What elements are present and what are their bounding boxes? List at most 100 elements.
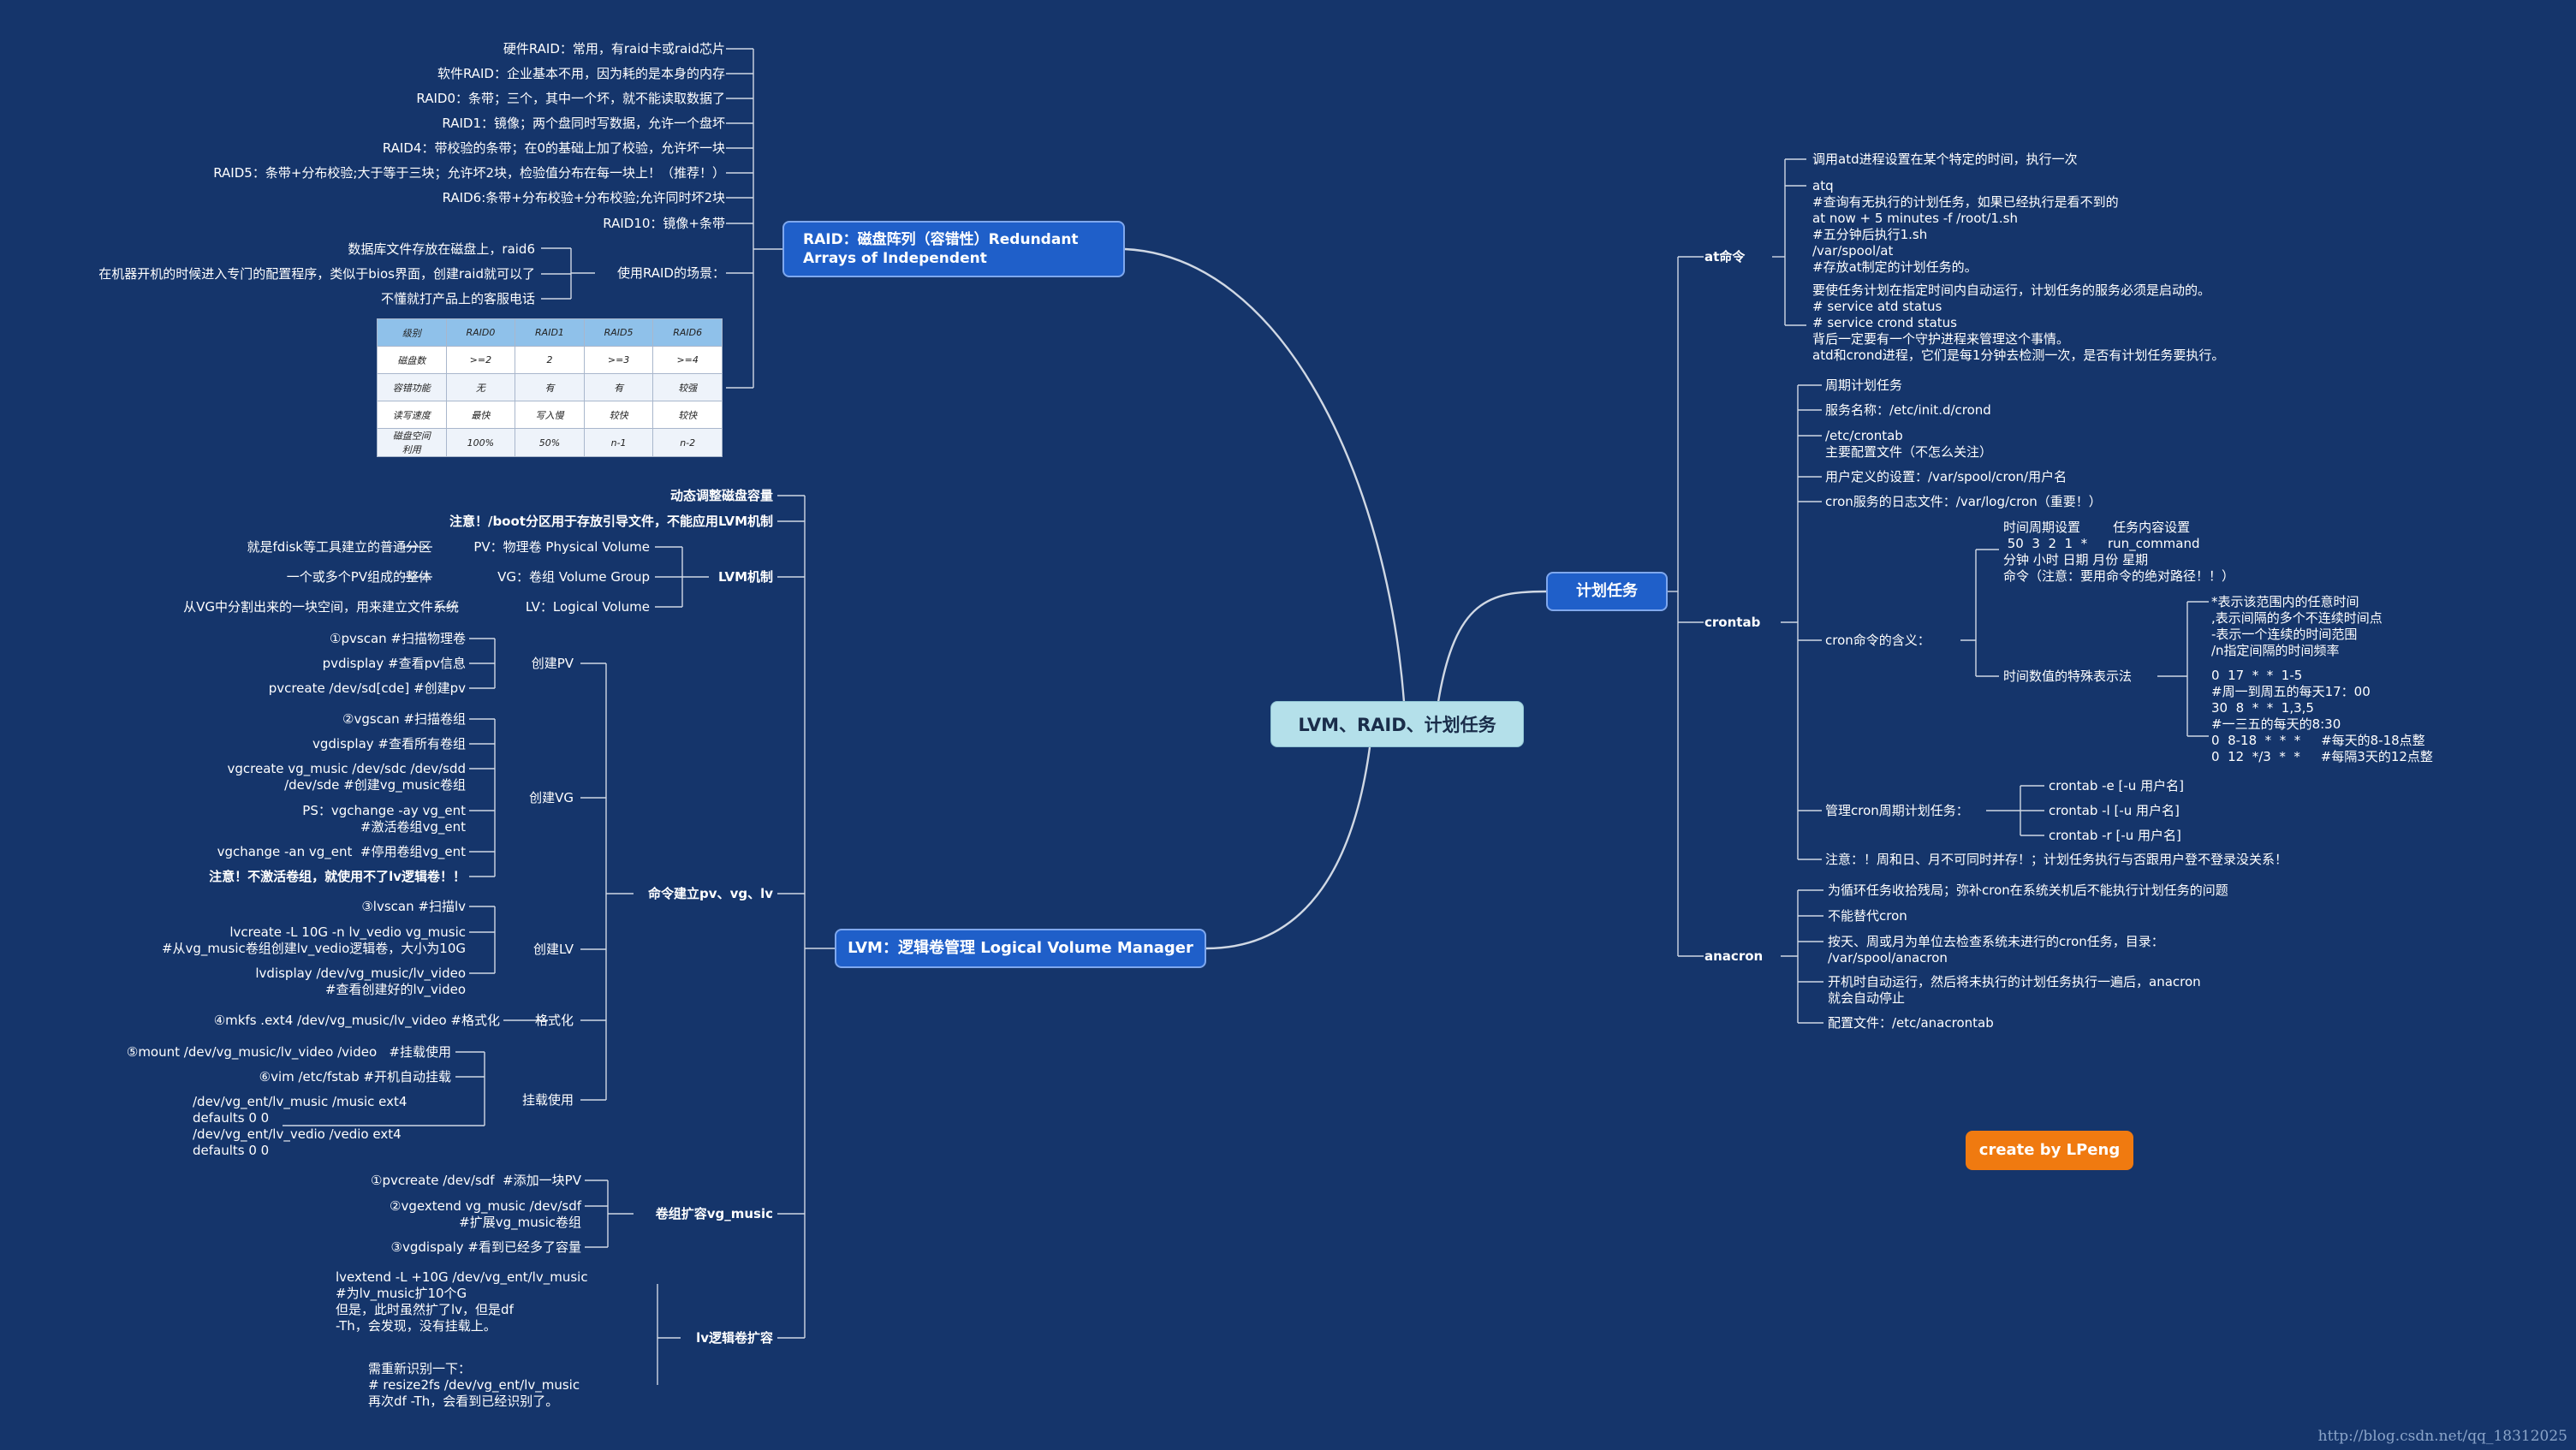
lvm-commands-label[interactable]: 命令建立pv、vg、lv [648, 886, 773, 902]
table-cell: 50% [515, 428, 585, 457]
raid-item[interactable]: RAID10：镜像+条带 [603, 216, 725, 232]
table-cell: >=2 [445, 346, 516, 374]
raid-scene-item[interactable]: 在机器开机的时候进入专门的配置程序，类似于bios界面，创建raid就可以了 [98, 266, 535, 282]
cmd-item[interactable]: lvdisplay /dev/vg_music/lv_video #查看创建好的… [255, 966, 466, 998]
watermark: http://blog.csdn.net/qq_18312025 [2317, 1428, 2567, 1445]
cmd-item[interactable]: ③lvscan #扫描lv [361, 899, 466, 915]
crontab-label[interactable]: crontab [1704, 615, 1760, 631]
raid-scene-label[interactable]: 使用RAID的场景： [617, 265, 725, 282]
lvm-mechanism-item[interactable]: VG：卷组 Volume Group [497, 569, 650, 585]
cmd-item[interactable]: lvcreate -L 10G -n lv_vedio vg_music #从v… [162, 924, 466, 957]
cmd-item[interactable]: ④mkfs .ext4 /dev/vg_music/lv_video #格式化 [214, 1013, 500, 1029]
cmd-item[interactable]: ①pvscan #扫描物理卷 [330, 631, 466, 647]
cron-meaning-label[interactable]: cron命令的含义： [1825, 633, 1931, 649]
center-topic[interactable]: LVM、RAID、计划任务 [1270, 701, 1524, 747]
lv-extend-item[interactable]: lvextend -L +10G /dev/vg_ent/lv_music #为… [336, 1269, 588, 1334]
raid-scene-item[interactable]: 不懂就打产品上的客服电话 [381, 291, 535, 307]
table-cell: 容错功能 [377, 373, 447, 401]
table-cell: 磁盘数 [377, 346, 447, 374]
table-cell: 有 [583, 373, 654, 401]
cmd-group-label[interactable]: 创建PV [532, 656, 574, 672]
table-cell: 2 [515, 346, 585, 374]
table-row: 读写速度 最快 写入慢 较快 较快 [377, 401, 723, 429]
lv-extend-label[interactable]: lv逻辑卷扩容 [696, 1330, 773, 1346]
vg-extend-item[interactable]: ③vgdispaly #看到已经多了容量 [391, 1239, 581, 1256]
cron-special-item[interactable]: *表示该范围内的任意时间 ,表示间隔的多个不连续时间点 -表示一个连续的时间范围… [2211, 594, 2383, 659]
cmd-item[interactable]: 注意！不激活卷组，就使用不了lv逻辑卷！！ [209, 869, 466, 885]
raid-topic[interactable]: RAID：磁盘阵列（容错性）Redundant Arrays of Indepe… [782, 221, 1125, 277]
crontab-item[interactable]: 用户定义的设置：/var/spool/cron/用户名 [1825, 469, 2067, 485]
cron-topic[interactable]: 计划任务 [1546, 572, 1668, 611]
table-cell: 有 [515, 373, 585, 401]
raid-item[interactable]: RAID6:条带+分布校验+分布校验;允许同时坏2块 [443, 190, 725, 206]
at-item[interactable]: atq #查询有无执行的计划任务，如果已经执行是看不到的 at now + 5 … [1812, 178, 2119, 276]
at-label[interactable]: at命令 [1704, 249, 1745, 265]
cmd-item[interactable]: vgdisplay #查看所有卷组 [312, 736, 466, 752]
table-row: 磁盘数 >=2 2 >=3 >=4 [377, 346, 723, 374]
lvm-mechanism-desc[interactable]: 从VG中分割出来的一块空间，用来建立文件系统 [183, 599, 459, 615]
anacron-item[interactable]: 开机时自动运行，然后将未执行的计划任务执行一遍后，anacron 就会自动停止 [1828, 974, 2201, 1007]
cron-meaning-item[interactable]: 时间周期设置 任务内容设置 50 3 2 1 * run_command 分钟 … [2003, 520, 2234, 585]
anacron-item[interactable]: 按天、周或月为单位去检查系统未进行的cron任务，目录： /var/spool/… [1828, 934, 2164, 966]
lvm-boot-note[interactable]: 注意！/boot分区用于存放引导文件，不能应用LVM机制 [449, 514, 773, 530]
cmd-group-label[interactable]: 格式化 [535, 1013, 574, 1029]
vg-extend-label[interactable]: 卷组扩容vg_music [656, 1206, 773, 1222]
crontab-item[interactable]: 周期计划任务 [1825, 377, 1902, 394]
table-cell: 较快 [583, 401, 654, 429]
table-header: RAID1 [515, 318, 585, 347]
table-cell: n-1 [583, 428, 654, 457]
cmd-item[interactable]: /dev/vg_ent/lv_music /music ext4 default… [193, 1094, 407, 1159]
cmd-item[interactable]: vgchange -an vg_ent #停用卷组vg_ent [217, 844, 466, 860]
cron-manage-label[interactable]: 管理cron周期计划任务： [1825, 803, 1969, 819]
raid-item[interactable]: RAID4：带校验的条带；在0的基础上加了校验，允许坏一块 [383, 140, 725, 157]
cmd-group-label[interactable]: 挂载使用 [522, 1092, 574, 1108]
vg-extend-item[interactable]: ②vgextend vg_music /dev/sdf #扩展vg_music卷… [390, 1198, 581, 1231]
credit-badge[interactable]: create by LPeng [1966, 1131, 2133, 1170]
raid-item[interactable]: 软件RAID：企业基本不用，因为耗的是本身的内存 [437, 66, 725, 82]
table-cell: 读写速度 [377, 401, 447, 429]
crontab-item[interactable]: cron服务的日志文件：/var/log/cron（重要！） [1825, 494, 2102, 510]
cron-special-label[interactable]: 时间数值的特殊表示法 [2003, 669, 2132, 685]
at-item[interactable]: 调用atd进程设置在某个特定的时间，执行一次 [1812, 152, 2078, 168]
anacron-item[interactable]: 不能替代cron [1828, 908, 1907, 924]
cmd-item[interactable]: ⑥vim /etc/fstab #开机自动挂载 [259, 1069, 451, 1085]
cmd-item[interactable]: PS：vgchange -ay vg_ent #激活卷组vg_ent [302, 803, 466, 835]
cmd-item[interactable]: pvdisplay #查看pv信息 [323, 656, 466, 672]
raid-scene-item[interactable]: 数据库文件存放在磁盘上，raid6 [348, 241, 535, 258]
lvm-mechanism-desc[interactable]: 就是fdisk等工具建立的普通分区 [247, 539, 431, 556]
lvm-mechanism-desc[interactable]: 一个或多个PV组成的整体 [287, 569, 431, 585]
cron-manage-item[interactable]: crontab -e [-u 用户名] [2049, 778, 2184, 794]
raid-item[interactable]: RAID1：镜像；两个盘同时写数据，允许一个盘坏 [442, 116, 725, 132]
cron-manage-item[interactable]: crontab -l [-u 用户名] [2049, 803, 2180, 819]
lv-extend-item[interactable]: 需重新识别一下： # resize2fs /dev/vg_ent/lv_musi… [368, 1361, 580, 1410]
crontab-note[interactable]: 注意：！周和日、月不可同时并存！；计划任务执行与否跟用户登不登录没关系！ [1825, 852, 2287, 868]
lvm-mechanism-item[interactable]: LV：Logical Volume [526, 599, 650, 615]
anacron-item[interactable]: 为循环任务收拾残局；弥补cron在系统关机后不能执行计划任务的问题 [1828, 882, 2228, 899]
at-item[interactable]: 要使任务计划在指定时间内自动运行，计划任务的服务必须是启动的。 # servic… [1812, 282, 2224, 364]
cmd-item[interactable]: pvcreate /dev/sd[cde] #创建pv [269, 680, 466, 697]
crontab-item[interactable]: /etc/crontab 主要配置文件（不怎么关注） [1825, 428, 1992, 461]
cmd-item[interactable]: ⑤mount /dev/vg_music/lv_video /video #挂载… [127, 1044, 451, 1061]
anacron-item[interactable]: 配置文件：/etc/anacrontab [1828, 1015, 1994, 1031]
cron-special-item[interactable]: 0 17 * * 1-5 #周一到周五的每天17：00 30 8 * * 1,3… [2211, 668, 2433, 765]
cmd-item[interactable]: ②vgscan #扫描卷组 [342, 711, 466, 728]
table-row: 磁盘空间 利用 100% 50% n-1 n-2 [377, 428, 723, 457]
cmd-group-label[interactable]: 创建VG [529, 790, 574, 806]
vg-extend-item[interactable]: ①pvcreate /dev/sdf #添加一块PV [371, 1173, 581, 1189]
crontab-item[interactable]: 服务名称：/etc/init.d/crond [1825, 402, 1991, 419]
table-cell: n-2 [652, 428, 723, 457]
raid-item[interactable]: RAID5：条带+分布校验;大于等于三块；允许坏2块，检验值分布在每一块上！（推… [213, 165, 725, 181]
lvm-mechanism-item[interactable]: PV：物理卷 Physical Volume [473, 539, 650, 556]
cmd-item[interactable]: vgcreate vg_music /dev/sdc /dev/sdd /dev… [228, 761, 466, 793]
branch-curve-raid [1124, 247, 1406, 703]
anacron-label[interactable]: anacron [1704, 948, 1763, 965]
lvm-mechanism-label[interactable]: LVM机制 [718, 569, 773, 585]
table-cell: 写入慢 [515, 401, 585, 429]
lvm-dynamic[interactable]: 动态调整磁盘容量 [670, 488, 773, 504]
raid-item[interactable]: RAID0：条带；三个，其中一个坏，就不能读取数据了 [416, 91, 725, 107]
cron-manage-item[interactable]: crontab -r [-u 用户名] [2049, 828, 2181, 844]
raid-comparison-table: 级别 RAID0 RAID1 RAID5 RAID6 磁盘数 >=2 2 >=3… [377, 318, 723, 457]
lvm-topic[interactable]: LVM：逻辑卷管理 Logical Volume Manager [835, 929, 1206, 968]
raid-item[interactable]: 硬件RAID：常用，有raid卡或raid芯片 [503, 41, 725, 57]
cmd-group-label[interactable]: 创建LV [533, 942, 574, 958]
